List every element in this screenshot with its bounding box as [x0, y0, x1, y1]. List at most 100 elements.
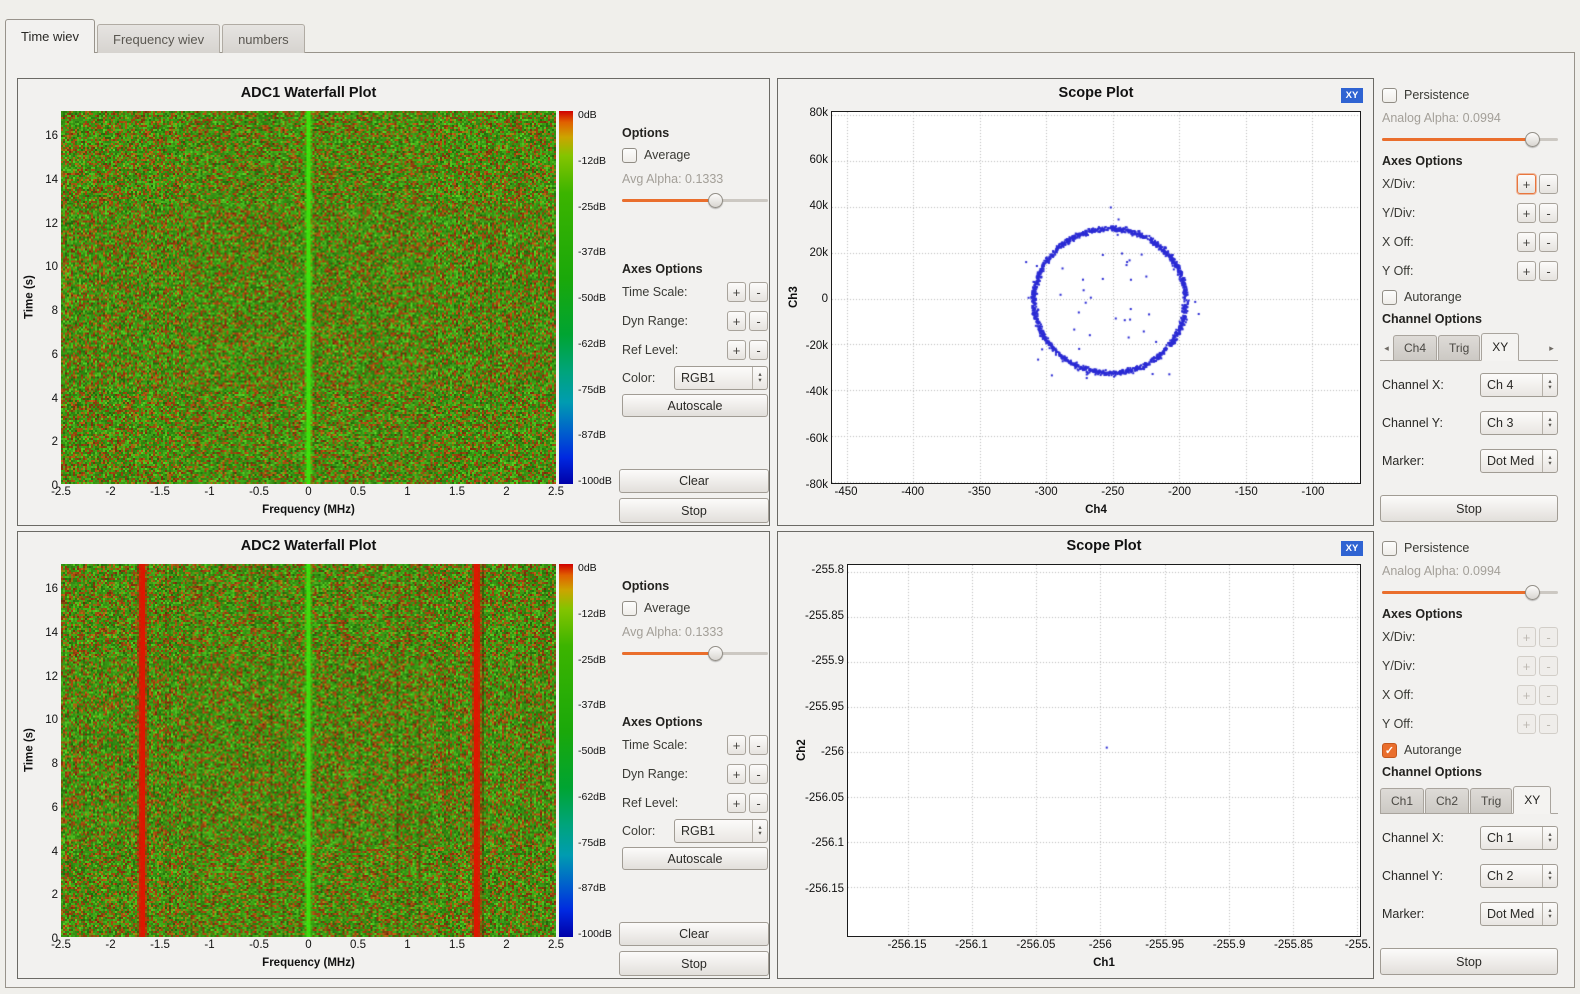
tab-ch2[interactable]: Ch2 — [1425, 788, 1469, 813]
tick-label: -75dB — [578, 837, 606, 849]
tab-time-view[interactable]: Time wiev — [5, 19, 95, 53]
persistence-checkbox[interactable] — [1382, 88, 1397, 103]
channel-x-select[interactable]: Ch 1 ▴▾ — [1480, 826, 1558, 850]
tab-scroll-left-icon[interactable]: ◂ — [1380, 336, 1393, 360]
spin-down-icon[interactable]: ▾ — [1548, 838, 1551, 844]
color-select[interactable]: RGB1 ▴▾ — [674, 819, 768, 843]
autoscale-button[interactable]: Autoscale — [622, 394, 768, 417]
slider-handle[interactable] — [1525, 585, 1540, 600]
spinner-arrows-icon[interactable]: ▴▾ — [1542, 903, 1557, 925]
spin-down-icon[interactable]: ▾ — [1548, 914, 1551, 920]
spinner-arrows-icon[interactable]: ▴▾ — [752, 820, 767, 842]
x-off-decrease-button[interactable]: - — [1539, 685, 1558, 705]
stop-button[interactable]: Stop — [619, 498, 769, 523]
slider-handle[interactable] — [708, 646, 723, 661]
spin-down-icon[interactable]: ▾ — [1548, 423, 1551, 429]
scope-xy-canvas[interactable] — [832, 112, 1360, 483]
x-off-increase-button[interactable]: + — [1517, 232, 1536, 252]
average-checkbox[interactable] — [622, 148, 637, 163]
ref-level-decrease-button[interactable]: - — [749, 793, 768, 813]
y-off-decrease-button[interactable]: - — [1539, 714, 1558, 734]
y-div-decrease-button[interactable]: - — [1539, 203, 1558, 223]
tick-label: 0dB — [578, 109, 597, 121]
dyn-range-decrease-button[interactable]: - — [749, 311, 768, 331]
y-div-increase-button[interactable]: + — [1517, 656, 1536, 676]
y-div-increase-button[interactable]: + — [1517, 203, 1536, 223]
spinner-arrows-icon[interactable]: ▴▾ — [1542, 865, 1557, 887]
autoscale-button[interactable]: Autoscale — [622, 847, 768, 870]
spinner-arrows-icon[interactable]: ▴▾ — [1542, 374, 1557, 396]
clear-button[interactable]: Clear — [619, 469, 769, 493]
time-scale-decrease-button[interactable]: - — [749, 282, 768, 302]
stop-button[interactable]: Stop — [1380, 495, 1558, 522]
color-select[interactable]: RGB1 ▴▾ — [674, 366, 768, 390]
tab-numbers[interactable]: numbers — [222, 24, 305, 53]
channel-y-select[interactable]: Ch 3 ▴▾ — [1480, 411, 1558, 435]
spinner-arrows-icon[interactable]: ▴▾ — [1542, 450, 1557, 472]
analog-alpha-label: Analog Alpha: 0.0994 — [1382, 561, 1558, 581]
dyn-range-increase-button[interactable]: + — [727, 764, 746, 784]
waterfall-controls: Options Average Avg Alpha: 0.1333 Axes O… — [618, 79, 770, 525]
marker-value: Dot Med — [1481, 907, 1542, 921]
color-label: Color: — [622, 371, 655, 385]
marker-select[interactable]: Dot Med ▴▾ — [1480, 449, 1558, 473]
tick-label: -75dB — [578, 384, 606, 396]
y-off-increase-button[interactable]: + — [1517, 261, 1536, 281]
tab-xy[interactable]: XY — [1481, 333, 1519, 361]
tab-frequency-view[interactable]: Frequency wiev — [97, 24, 220, 53]
ref-level-increase-button[interactable]: + — [727, 340, 746, 360]
spinner-arrows-icon[interactable]: ▴▾ — [1542, 412, 1557, 434]
scope-xy-canvas[interactable] — [848, 565, 1360, 936]
spinner-arrows-icon[interactable]: ▴▾ — [1542, 827, 1557, 849]
tab-xy[interactable]: XY — [1513, 786, 1551, 814]
stop-button[interactable]: Stop — [619, 951, 769, 976]
time-scale-decrease-button[interactable]: - — [749, 735, 768, 755]
tab-ch1[interactable]: Ch1 — [1380, 788, 1424, 813]
y-off-decrease-button[interactable]: - — [1539, 261, 1558, 281]
x-div-decrease-button[interactable]: - — [1539, 627, 1558, 647]
channel-y-select[interactable]: Ch 2 ▴▾ — [1480, 864, 1558, 888]
stop-button[interactable]: Stop — [1380, 948, 1558, 975]
x-off-decrease-button[interactable]: - — [1539, 232, 1558, 252]
persistence-checkbox[interactable] — [1382, 541, 1397, 556]
y-off-label: Y Off: — [1382, 264, 1414, 278]
ref-level-decrease-button[interactable]: - — [749, 340, 768, 360]
x-off-increase-button[interactable]: + — [1517, 685, 1536, 705]
time-scale-increase-button[interactable]: + — [727, 735, 746, 755]
autorange-checkbox[interactable]: ✓ — [1382, 743, 1397, 758]
x-div-increase-button[interactable]: + — [1517, 627, 1536, 647]
waterfall-controls: Options Average Avg Alpha: 0.1333 Axes O… — [618, 532, 770, 978]
spin-down-icon[interactable]: ▾ — [758, 831, 761, 837]
x-div-decrease-button[interactable]: - — [1539, 174, 1558, 194]
tab-trig[interactable]: Trig — [1470, 788, 1512, 813]
x-div-increase-button[interactable]: + — [1517, 174, 1536, 194]
waterfall-heatmap[interactable] — [61, 564, 556, 937]
analog-alpha-slider[interactable] — [1382, 585, 1558, 600]
avg-alpha-slider[interactable] — [622, 646, 768, 661]
clear-button[interactable]: Clear — [619, 922, 769, 946]
y-off-increase-button[interactable]: + — [1517, 714, 1536, 734]
waterfall-heatmap[interactable] — [61, 111, 556, 484]
spin-down-icon[interactable]: ▾ — [1548, 461, 1551, 467]
dyn-range-increase-button[interactable]: + — [727, 311, 746, 331]
tab-trig[interactable]: Trig — [1438, 335, 1480, 360]
tab-scroll-right-icon[interactable]: ▸ — [1545, 336, 1558, 360]
autorange-checkbox[interactable] — [1382, 290, 1397, 305]
spin-down-icon[interactable]: ▾ — [1548, 385, 1551, 391]
avg-alpha-slider[interactable] — [622, 193, 768, 208]
spinner-arrows-icon[interactable]: ▴▾ — [752, 367, 767, 389]
average-checkbox[interactable] — [622, 601, 637, 616]
time-scale-increase-button[interactable]: + — [727, 282, 746, 302]
channel-x-select[interactable]: Ch 4 ▴▾ — [1480, 373, 1558, 397]
tab-ch4[interactable]: Ch4 — [1393, 335, 1437, 360]
ref-level-increase-button[interactable]: + — [727, 793, 746, 813]
dyn-range-decrease-button[interactable]: - — [749, 764, 768, 784]
y-div-decrease-button[interactable]: - — [1539, 656, 1558, 676]
spin-down-icon[interactable]: ▾ — [1548, 876, 1551, 882]
slider-handle[interactable] — [708, 193, 723, 208]
xy-mode-badge: XY — [1341, 541, 1363, 556]
marker-select[interactable]: Dot Med ▴▾ — [1480, 902, 1558, 926]
slider-handle[interactable] — [1525, 132, 1540, 147]
analog-alpha-slider[interactable] — [1382, 132, 1558, 147]
spin-down-icon[interactable]: ▾ — [758, 378, 761, 384]
